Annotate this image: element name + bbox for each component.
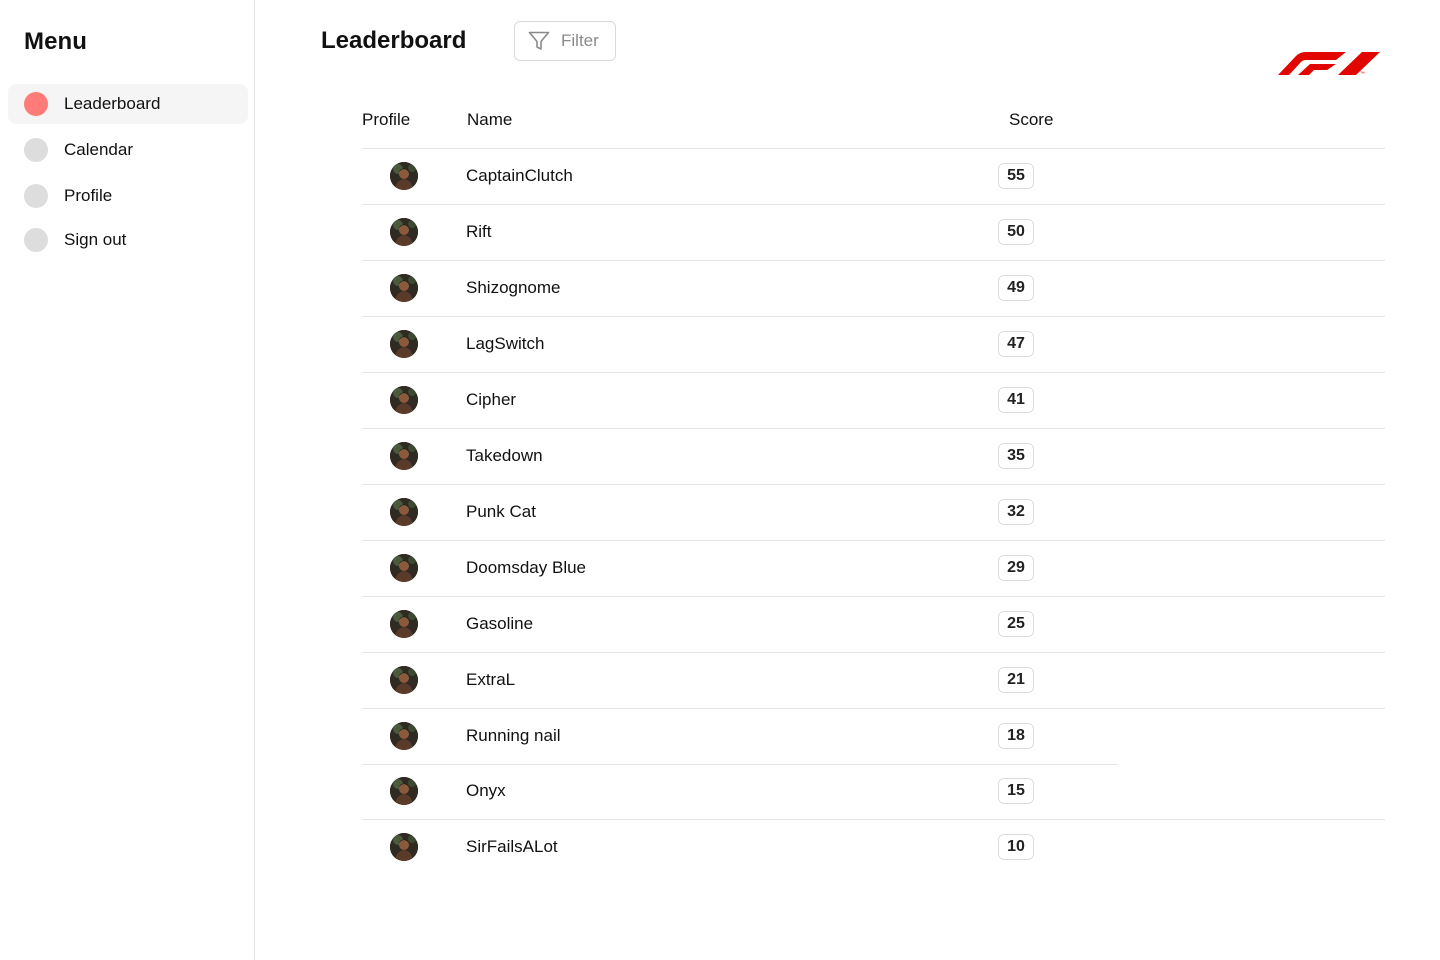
- avatar-photo-icon: [390, 330, 418, 358]
- avatar-photo-icon: [390, 442, 418, 470]
- player-name[interactable]: ExtraL: [466, 670, 515, 690]
- f1-logo-icon: ™: [1276, 48, 1382, 77]
- svg-text:™: ™: [1360, 71, 1365, 76]
- app-root: Menu Leaderboard Calendar Profile Sign o…: [0, 0, 1440, 960]
- avatar[interactable]: [390, 162, 418, 190]
- score-badge: 15: [998, 778, 1034, 804]
- table-row[interactable]: Punk Cat 32: [362, 485, 1385, 541]
- score-badge: 35: [998, 443, 1034, 469]
- score-badge: 32: [998, 499, 1034, 525]
- avatar[interactable]: [390, 330, 418, 358]
- table-row[interactable]: Onyx 15: [362, 764, 1385, 820]
- score-badge: 29: [998, 555, 1034, 581]
- filter-button[interactable]: Filter: [514, 21, 616, 61]
- nav-dot-icon: [24, 92, 48, 116]
- funnel-icon: [527, 29, 551, 53]
- nav-dot-icon: [24, 228, 48, 252]
- score-badge: 50: [998, 219, 1034, 245]
- filter-label: Filter: [561, 31, 599, 50]
- score-badge: 25: [998, 611, 1034, 637]
- table-row[interactable]: Shizognome 49: [362, 261, 1385, 317]
- sidebar-item-leaderboard[interactable]: Leaderboard: [8, 84, 248, 124]
- score-badge: 55: [998, 163, 1034, 189]
- player-name[interactable]: Takedown: [466, 446, 543, 466]
- avatar[interactable]: [390, 386, 418, 414]
- avatar-photo-icon: [390, 833, 418, 861]
- avatar[interactable]: [390, 498, 418, 526]
- column-header-profile: Profile: [362, 110, 411, 129]
- page-title: Leaderboard: [321, 27, 467, 54]
- table-row[interactable]: Running nail 18: [362, 709, 1385, 765]
- table-row[interactable]: Takedown 35: [362, 429, 1385, 485]
- table-row[interactable]: Cipher 41: [362, 373, 1385, 429]
- score-badge: 18: [998, 723, 1034, 749]
- avatar-photo-icon: [390, 777, 418, 805]
- table-row[interactable]: CaptainClutch 55: [362, 149, 1385, 205]
- sidebar-item-label: Calendar: [64, 140, 133, 159]
- score-badge: 49: [998, 275, 1034, 301]
- sidebar-title: Menu: [24, 28, 88, 55]
- sidebar-item-calendar[interactable]: Calendar: [8, 130, 248, 170]
- player-name[interactable]: Onyx: [466, 781, 506, 801]
- column-header-name: Name: [467, 110, 513, 129]
- table-row[interactable]: Gasoline 25: [362, 597, 1385, 653]
- nav-dot-icon: [24, 138, 48, 162]
- avatar[interactable]: [390, 777, 418, 805]
- score-badge: 47: [998, 331, 1034, 357]
- avatar-photo-icon: [390, 666, 418, 694]
- table-row[interactable]: ExtraL 21: [362, 653, 1385, 709]
- player-name[interactable]: Shizognome: [466, 278, 561, 298]
- avatar-photo-icon: [390, 218, 418, 246]
- avatar-photo-icon: [390, 554, 418, 582]
- sidebar: Menu Leaderboard Calendar Profile Sign o…: [0, 0, 255, 960]
- sidebar-item-label: Sign out: [64, 230, 127, 249]
- avatar[interactable]: [390, 554, 418, 582]
- table-row[interactable]: LagSwitch 47: [362, 317, 1385, 373]
- avatar[interactable]: [390, 722, 418, 750]
- sidebar-item-label: Profile: [64, 186, 113, 205]
- table-row[interactable]: Rift 50: [362, 205, 1385, 261]
- player-name[interactable]: Punk Cat: [466, 502, 536, 522]
- avatar[interactable]: [390, 218, 418, 246]
- column-header-score: Score: [1009, 110, 1054, 129]
- avatar[interactable]: [390, 833, 418, 861]
- player-name[interactable]: Cipher: [466, 390, 516, 410]
- avatar[interactable]: [390, 666, 418, 694]
- avatar-photo-icon: [390, 162, 418, 190]
- score-badge: 41: [998, 387, 1034, 413]
- player-name[interactable]: CaptainClutch: [466, 166, 573, 186]
- table-row[interactable]: Doomsday Blue 29: [362, 541, 1385, 597]
- table-body: CaptainClutch 55 Rift 50 Shizognome 49 L…: [362, 149, 1385, 875]
- table-row[interactable]: SirFailsALot 10: [362, 820, 1385, 875]
- avatar[interactable]: [390, 442, 418, 470]
- sidebar-item-label: Leaderboard: [64, 94, 161, 113]
- sidebar-item-profile[interactable]: Profile: [8, 176, 248, 216]
- player-name[interactable]: Gasoline: [466, 614, 533, 634]
- avatar-photo-icon: [390, 722, 418, 750]
- player-name[interactable]: LagSwitch: [466, 334, 544, 354]
- avatar-photo-icon: [390, 386, 418, 414]
- player-name[interactable]: Rift: [466, 222, 492, 242]
- player-name[interactable]: SirFailsALot: [466, 837, 558, 857]
- player-name[interactable]: Doomsday Blue: [466, 558, 586, 578]
- avatar[interactable]: [390, 274, 418, 302]
- player-name[interactable]: Running nail: [466, 726, 561, 746]
- sidebar-item-sign-out[interactable]: Sign out: [8, 220, 248, 260]
- nav-dot-icon: [24, 184, 48, 208]
- avatar[interactable]: [390, 610, 418, 638]
- avatar-photo-icon: [390, 610, 418, 638]
- avatar-photo-icon: [390, 498, 418, 526]
- score-badge: 21: [998, 667, 1034, 693]
- avatar-photo-icon: [390, 274, 418, 302]
- score-badge: 10: [998, 834, 1034, 860]
